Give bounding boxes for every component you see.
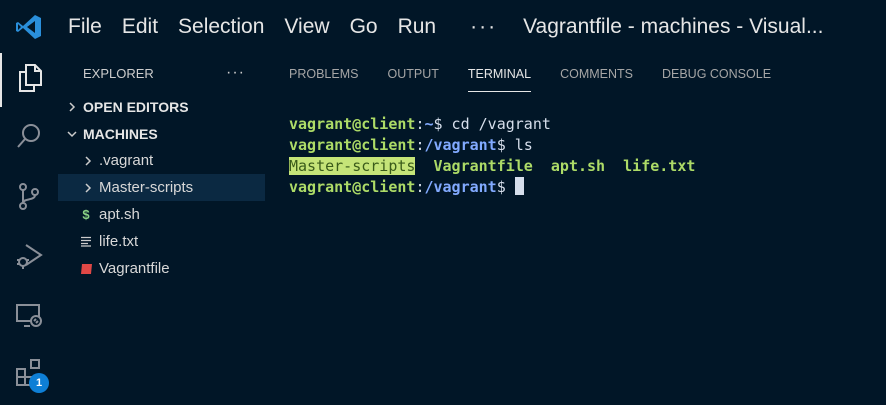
explorer-header: EXPLORER ···: [58, 53, 265, 93]
extensions-badge: 1: [29, 373, 49, 393]
window-title: Vagrantfile - machines - Visual...: [523, 14, 824, 38]
title-bar: File Edit Selection View Go Run ··· Vagr…: [0, 0, 886, 53]
ls-file-entry: life.txt: [623, 157, 696, 175]
text-file-icon: [79, 236, 93, 247]
tab-debug-console[interactable]: DEBUG CONSOLE: [662, 53, 771, 91]
menu-run[interactable]: Run: [388, 15, 447, 39]
explorer-sidebar: EXPLORER ··· OPEN EDITORS MACHINES .vagr…: [58, 53, 265, 405]
ls-file-entry: apt.sh: [550, 157, 606, 175]
tree-item-life-txt[interactable]: life.txt: [58, 228, 265, 255]
terminal-line: vagrant@client:/vagrant$: [289, 177, 695, 198]
terminal-cursor: [514, 177, 524, 195]
terminal-line: vagrant@client:/vagrant$ ls: [289, 136, 533, 154]
prompt-user-host: vagrant@client: [289, 136, 416, 154]
open-editors-section[interactable]: OPEN EDITORS: [58, 93, 265, 120]
search-activity-button[interactable]: [0, 111, 58, 165]
tab-terminal[interactable]: TERMINAL: [467, 53, 532, 92]
prompt-user-host: vagrant@client: [289, 115, 416, 133]
bottom-panel: PROBLEMS OUTPUT TERMINAL COMMENTS DEBUG …: [265, 53, 886, 405]
chevron-right-icon: [80, 155, 96, 167]
vagrant-file-icon: [79, 263, 93, 275]
prompt-path: /vagrant: [424, 136, 497, 154]
terminal-line: Master-scripts Vagrantfile apt.sh life.t…: [289, 156, 695, 177]
extensions-activity-button[interactable]: [0, 347, 58, 401]
menu-selection[interactable]: Selection: [168, 15, 274, 39]
tree-item-label: Master-scripts: [99, 179, 194, 196]
prompt-path: ~: [424, 115, 434, 133]
terminal-command: ls: [505, 136, 533, 154]
menu-edit[interactable]: Edit: [112, 15, 168, 39]
tab-problems[interactable]: PROBLEMS: [289, 53, 358, 91]
tab-comments[interactable]: COMMENTS: [560, 53, 633, 91]
menu-file[interactable]: File: [58, 15, 112, 39]
terminal-line: vagrant@client:~$ cd /vagrant: [289, 115, 551, 133]
menu-more-button[interactable]: ···: [446, 15, 523, 39]
activity-bar: [0, 53, 58, 405]
menu-view[interactable]: View: [274, 15, 339, 39]
chevron-down-icon: [64, 129, 80, 139]
source-control-icon: [15, 181, 43, 216]
menu-go[interactable]: Go: [340, 15, 388, 39]
tree-item-vagrantfile[interactable]: Vagrantfile: [58, 255, 265, 282]
terminal-output[interactable]: vagrant@client:~$ cd /vagrant vagrant@cli…: [289, 114, 695, 198]
prompt-user-host: vagrant@client: [289, 178, 416, 196]
vscode-logo-icon[interactable]: [0, 0, 58, 53]
prompt-path: /vagrant: [424, 178, 497, 196]
open-editors-label: OPEN EDITORS: [83, 98, 189, 115]
search-icon: [15, 122, 43, 155]
tab-output[interactable]: OUTPUT: [387, 53, 438, 91]
remote-explorer-icon: [14, 302, 44, 335]
tree-item-apt-sh[interactable]: $ apt.sh: [58, 201, 265, 228]
ls-file-entry: Vagrantfile: [433, 157, 533, 175]
terminal-command: cd /vagrant: [442, 115, 551, 133]
ls-directory-entry: Master-scripts: [289, 157, 416, 175]
tree-item-label: Vagrantfile: [99, 260, 170, 277]
tree-item-label: apt.sh: [99, 206, 140, 223]
shell-file-icon: $: [82, 207, 90, 222]
tree-item-vagrant-folder[interactable]: .vagrant: [58, 147, 265, 174]
remote-explorer-activity-button[interactable]: [0, 291, 58, 345]
chevron-right-icon: [64, 101, 80, 113]
tree-item-label: .vagrant: [99, 152, 154, 169]
explorer-more-button[interactable]: ···: [226, 64, 245, 82]
explorer-activity-button[interactable]: [0, 53, 58, 107]
explorer-title: EXPLORER: [83, 65, 154, 81]
chevron-right-icon: [80, 182, 96, 194]
run-debug-icon: [14, 241, 44, 276]
tree-item-master-scripts-folder[interactable]: Master-scripts: [58, 174, 265, 201]
files-icon: [16, 63, 44, 98]
tree-item-label: life.txt: [99, 233, 139, 250]
source-control-activity-button[interactable]: [0, 171, 58, 225]
panel-tabs: PROBLEMS OUTPUT TERMINAL COMMENTS DEBUG …: [265, 53, 886, 95]
machines-label: MACHINES: [83, 125, 158, 142]
run-debug-activity-button[interactable]: [0, 231, 58, 285]
machines-section[interactable]: MACHINES: [58, 120, 265, 147]
